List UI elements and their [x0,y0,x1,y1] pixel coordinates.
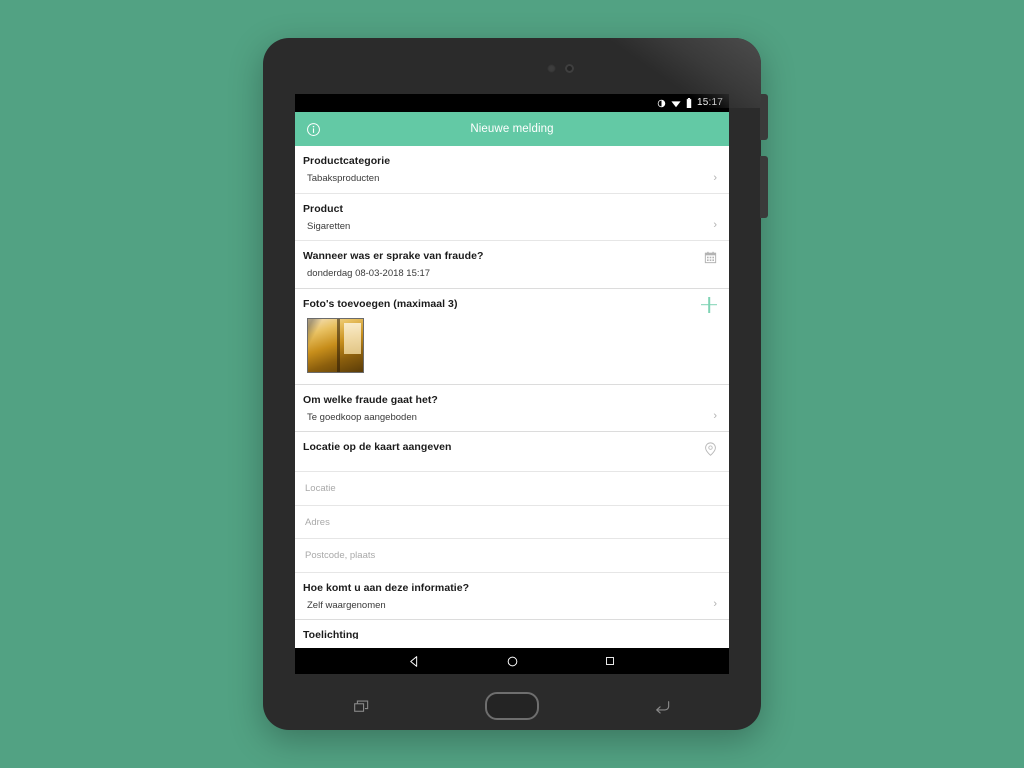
form-row-fotos[interactable]: Foto's toevoegen (maximaal 3) [295,288,729,385]
row-label: Locatie op de kaart aangeven [303,441,452,454]
chevron-right-icon[interactable]: › [713,599,717,610]
home-hw-key[interactable] [484,692,539,720]
volume-button[interactable] [760,156,768,218]
android-navigation-bar [295,648,729,674]
row-value: donderdag 08-03-2018 15:17 [307,268,431,280]
info-circle-icon[interactable] [303,119,323,139]
chevron-right-icon[interactable]: › [713,172,717,184]
recents-square-icon[interactable] [604,655,616,667]
proximity-sensor-dot [547,64,556,73]
row-label: Om welke fraude gaat het? [303,393,438,406]
row-value: Zelf waargenomen [307,599,386,611]
row-label: Wanneer was er sprake van fraude? [303,250,484,263]
row-value: Tabaksproducten [307,173,380,185]
row-value: Te goedkoop aangeboden [307,411,417,423]
battery-icon [686,98,692,108]
android-status-bar: 15:17 [295,94,729,112]
form-row-datum-fraude[interactable]: Wanneer was er sprake van fraude? donder… [295,241,729,289]
form-row-soort-fraude[interactable]: Om welke fraude gaat het? Te goedkoop aa… [295,384,729,433]
new-report-form: Productcategorie Tabaksproducten › Produ… [295,146,729,648]
page-title: Nieuwe melding [470,123,554,135]
calendar-icon[interactable] [703,250,718,265]
plus-icon[interactable] [700,296,718,314]
device-screen: 15:17 Nieuwe melding Productcategorie Ta… [295,94,729,674]
input-row-postcode-plaats[interactable]: Postcode, plaats [295,539,729,573]
front-camera-icon [565,64,574,73]
row-label: Foto's toevoegen (maximaal 3) [303,297,458,310]
photo-thumbnail[interactable] [307,317,364,373]
postcode-plaats-input-placeholder: Postcode, plaats [305,550,376,562]
form-row-toelichting[interactable]: Toelichting [295,620,729,640]
row-label: Hoe komt u aan deze informatie? [303,581,470,594]
row-label: Product [303,202,344,215]
hardware-key-row [295,686,729,726]
row-label: Productcategorie [303,155,391,167]
home-circle-icon[interactable] [506,655,519,668]
back-triangle-icon[interactable] [408,655,421,668]
input-row-locatie[interactable]: Locatie [295,472,729,506]
chevron-right-icon[interactable]: › [713,411,717,422]
screen-rotation-icon [657,99,666,108]
input-row-adres[interactable]: Adres [295,505,729,540]
chevron-right-icon[interactable]: › [713,220,717,231]
locatie-input-placeholder: Locatie [305,483,336,495]
map-pin-icon[interactable] [703,441,718,456]
screenshot-stage: 15:17 Nieuwe melding Productcategorie Ta… [0,0,1024,768]
wifi-icon [671,99,681,108]
row-value: Sigaretten [307,220,351,232]
form-row-locatie-kaart[interactable]: Locatie op de kaart aangeven [295,432,729,473]
form-row-productcategorie[interactable]: Productcategorie Tabaksproducten › [295,146,729,194]
power-button[interactable] [760,94,768,140]
back-hw-key[interactable] [654,699,671,714]
tablet-device-frame: 15:17 Nieuwe melding Productcategorie Ta… [263,38,768,730]
form-row-herkomst-informatie[interactable]: Hoe komt u aan deze informatie? Zelf waa… [295,572,729,621]
form-row-product[interactable]: Product Sigaretten › [295,193,729,242]
app-bar: Nieuwe melding [295,112,729,146]
row-label: Toelichting [303,629,359,640]
adres-input-placeholder: Adres [305,516,330,528]
recents-hw-key[interactable] [353,699,370,714]
status-bar-clock: 15:17 [696,97,723,108]
